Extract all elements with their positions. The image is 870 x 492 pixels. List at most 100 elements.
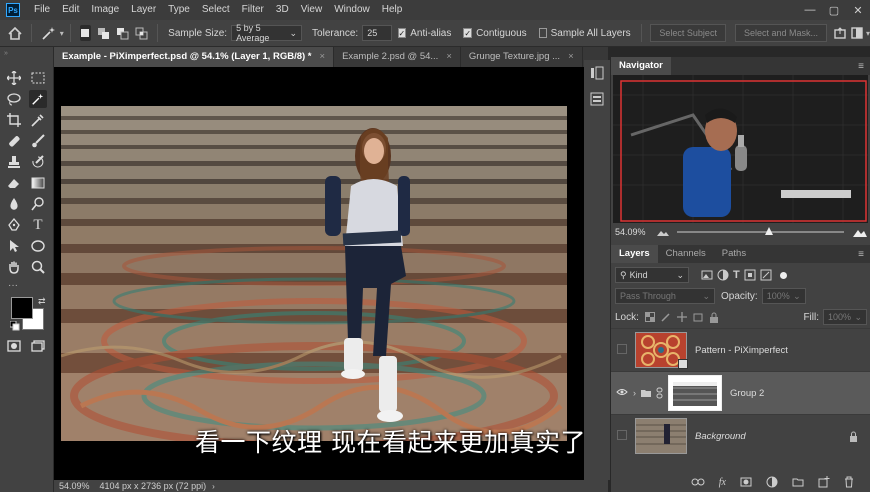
navigator-tab[interactable]: Navigator [611, 57, 671, 75]
screen-mode-icon[interactable] [29, 337, 47, 355]
menu-select[interactable]: Select [196, 0, 236, 20]
new-layer-icon[interactable] [818, 476, 830, 488]
link-layers-icon[interactable] [691, 477, 705, 487]
adjustment-layer-icon[interactable] [766, 476, 778, 488]
add-to-selection-icon[interactable] [97, 25, 110, 41]
navigator-zoom[interactable]: 54.09% [615, 227, 646, 237]
subtract-from-selection-icon[interactable] [116, 25, 129, 41]
eyedropper-tool-icon[interactable] [29, 111, 47, 129]
zoom-tool-icon[interactable] [29, 258, 47, 276]
opacity-input[interactable]: 100% ⌄ [761, 288, 806, 304]
lock-all-icon[interactable] [709, 312, 719, 323]
ellipse-tool-icon[interactable] [29, 237, 47, 255]
eraser-tool-icon[interactable] [5, 174, 23, 192]
magic-wand-tool-preset-icon[interactable] [41, 25, 57, 41]
crop-tool-icon[interactable] [5, 111, 23, 129]
zoom-out-mountain-icon[interactable] [656, 227, 670, 237]
pen-tool-icon[interactable] [5, 216, 23, 234]
tab-paths[interactable]: Paths [714, 245, 754, 263]
clone-stamp-tool-icon[interactable] [5, 153, 23, 171]
blend-mode-dropdown[interactable]: Pass Through ⌄ [615, 288, 715, 304]
zoom-slider-handle[interactable] [765, 227, 774, 235]
pixel-layer-filter-icon[interactable] [701, 270, 713, 280]
shape-layer-filter-icon[interactable] [744, 269, 756, 281]
visibility-eye-icon[interactable] [611, 388, 633, 399]
contiguous-checkbox[interactable]: ✓ [463, 28, 473, 38]
healing-brush-tool-icon[interactable] [5, 132, 23, 150]
fill-input[interactable]: 100% ⌄ [823, 309, 867, 325]
panel-menu-icon[interactable]: ≡ [858, 249, 864, 260]
tab-example-piximperfect[interactable]: Example - PiXimperfect.psd @ 54.1% (Laye… [54, 47, 335, 67]
add-mask-icon[interactable] [740, 477, 752, 487]
lock-image-pixels-icon[interactable] [661, 312, 671, 322]
tab-channels[interactable]: Channels [658, 245, 714, 263]
new-group-icon[interactable] [792, 477, 804, 487]
menu-type[interactable]: Type [162, 0, 196, 20]
history-panel-icon[interactable] [590, 66, 604, 83]
tolerance-input[interactable]: 25 [362, 25, 392, 41]
menu-file[interactable]: File [28, 0, 56, 20]
tab-example-2[interactable]: Example 2.psd @ 54... × [334, 47, 461, 67]
select-and-mask-button[interactable]: Select and Mask... [734, 24, 827, 42]
layer-mask-thumbnail[interactable] [668, 375, 722, 411]
expand-chevron-icon[interactable]: › [633, 388, 636, 398]
new-selection-icon[interactable] [79, 25, 92, 41]
delete-layer-icon[interactable] [844, 476, 854, 488]
layer-row-pattern[interactable]: Pattern - PiXimperfect [611, 328, 870, 371]
menu-3d[interactable]: 3D [270, 0, 295, 20]
chevron-down-icon[interactable]: ▾ [866, 29, 870, 38]
maximize-button[interactable]: ▢ [822, 4, 846, 17]
intersect-selection-icon[interactable] [135, 25, 148, 41]
menu-view[interactable]: View [295, 0, 329, 20]
zoom-in-mountain-icon[interactable] [852, 227, 868, 238]
lock-artboard-icon[interactable] [693, 312, 703, 322]
adjustment-layer-filter-icon[interactable] [717, 269, 729, 281]
properties-panel-icon[interactable] [590, 92, 604, 109]
layer-row-group-2[interactable]: › Group 2 [611, 371, 870, 414]
visibility-toggle-empty[interactable] [611, 343, 633, 357]
workspace-icon[interactable] [851, 25, 863, 41]
foreground-color-swatch[interactable] [11, 297, 33, 319]
anti-alias-checkbox[interactable]: ✓ [397, 28, 407, 38]
lock-position-icon[interactable] [676, 312, 687, 322]
kind-filter-dropdown[interactable]: ⚲ Kind ⌄ [615, 267, 689, 283]
quick-mask-icon[interactable] [5, 337, 23, 355]
chevron-right-icon[interactable]: › [212, 482, 215, 491]
sample-size-dropdown[interactable]: 5 by 5 Average ⌄ [231, 23, 303, 43]
panel-menu-icon[interactable]: ≡ [858, 61, 864, 72]
menu-layer[interactable]: Layer [125, 0, 162, 20]
swap-colors-icon[interactable]: ⇄ [38, 296, 46, 307]
close-icon[interactable]: × [446, 47, 452, 67]
zoom-slider[interactable] [677, 227, 845, 235]
document-canvas-image[interactable] [61, 106, 567, 441]
tab-grunge-texture[interactable]: Grunge Texture.jpg ... × [461, 47, 583, 67]
magic-wand-tool-icon[interactable] [29, 90, 47, 108]
close-window-button[interactable]: ✕ [846, 4, 870, 17]
brush-tool-icon[interactable] [29, 132, 47, 150]
marquee-tool-icon[interactable] [29, 69, 47, 87]
menu-help[interactable]: Help [376, 0, 409, 20]
blur-tool-icon[interactable] [5, 195, 23, 213]
chevron-down-icon[interactable]: ▾ [60, 29, 64, 38]
close-icon[interactable]: × [320, 47, 326, 67]
collapse-arrows-icon[interactable]: » [4, 50, 8, 57]
navigator-preview[interactable] [613, 75, 868, 223]
share-icon[interactable] [834, 25, 846, 41]
type-tool-icon[interactable]: T [29, 216, 47, 234]
visibility-toggle-empty[interactable] [611, 429, 633, 443]
sample-all-layers-checkbox[interactable] [538, 28, 547, 38]
home-icon[interactable] [8, 25, 22, 41]
menu-window[interactable]: Window [328, 0, 376, 20]
path-selection-tool-icon[interactable] [5, 237, 23, 255]
move-tool-icon[interactable] [5, 69, 23, 87]
menu-edit[interactable]: Edit [56, 0, 85, 20]
select-subject-button[interactable]: Select Subject [650, 24, 726, 42]
lock-transparent-pixels-icon[interactable] [644, 312, 655, 322]
gradient-tool-icon[interactable] [29, 174, 47, 192]
menu-filter[interactable]: Filter [236, 0, 270, 20]
filter-toggle-icon[interactable] [779, 271, 787, 279]
tab-layers[interactable]: Layers [611, 245, 658, 263]
lasso-tool-icon[interactable] [5, 90, 23, 108]
layer-style-fx-icon[interactable]: fx [719, 477, 726, 488]
close-icon[interactable]: × [568, 47, 574, 67]
